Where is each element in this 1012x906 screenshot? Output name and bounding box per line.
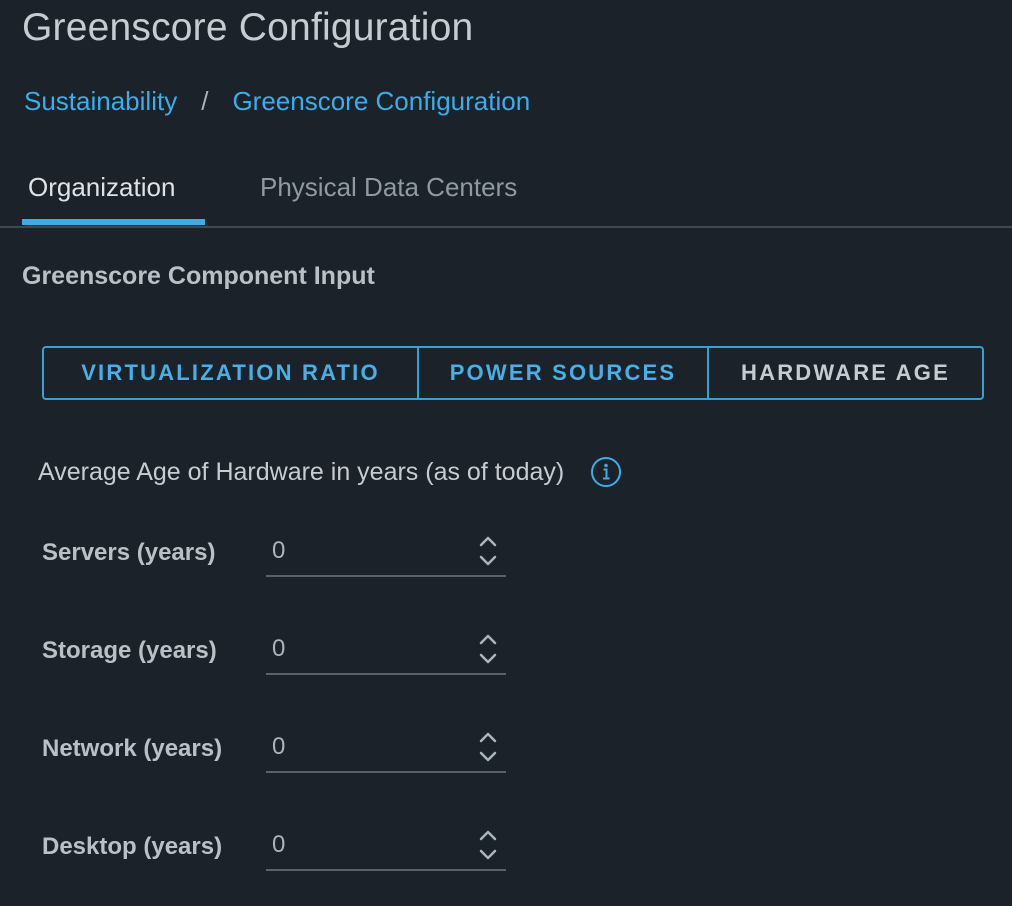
breadcrumb-link-greenscore-configuration[interactable]: Greenscore Configuration <box>232 86 530 117</box>
power-sources-button[interactable]: POWER SOURCES <box>417 348 707 398</box>
servers-input-wrapper <box>266 531 506 577</box>
virtualization-ratio-button[interactable]: VIRTUALIZATION RATIO <box>44 348 417 398</box>
breadcrumb-separator: / <box>201 86 209 116</box>
hardware-age-heading: Average Age of Hardware in years (as of … <box>38 457 565 486</box>
network-label: Network (years) <box>42 735 223 762</box>
network-input-wrapper <box>266 727 506 773</box>
desktop-field-row: Desktop (years) <box>42 825 512 875</box>
active-tab-indicator <box>22 219 205 225</box>
servers-label: Servers (years) <box>42 539 216 566</box>
storage-field-row: Storage (years) <box>42 629 512 679</box>
desktop-input-wrapper <box>266 825 506 871</box>
servers-field-row: Servers (years) <box>42 531 512 581</box>
tab-bar: Organization Physical Data Centers <box>0 160 1012 228</box>
hardware-age-button[interactable]: HARDWARE AGE <box>707 348 982 398</box>
storage-input[interactable] <box>266 629 478 669</box>
breadcrumb-link-sustainability[interactable]: Sustainability <box>24 86 177 117</box>
component-segmented-control: VIRTUALIZATION RATIO POWER SOURCES HARDW… <box>42 346 984 400</box>
page-title: Greenscore Configuration <box>22 6 474 49</box>
network-field-row: Network (years) <box>42 727 512 777</box>
servers-stepper-icon[interactable] <box>478 533 498 569</box>
info-circle-icon[interactable] <box>590 456 622 488</box>
section-title: Greenscore Component Input <box>22 262 375 290</box>
storage-input-wrapper <box>266 629 506 675</box>
network-stepper-icon[interactable] <box>478 729 498 765</box>
desktop-input[interactable] <box>266 825 478 865</box>
desktop-stepper-icon[interactable] <box>478 827 498 863</box>
servers-input[interactable] <box>266 531 478 571</box>
breadcrumb: Sustainability / Greenscore Configuratio… <box>24 86 530 117</box>
storage-stepper-icon[interactable] <box>478 631 498 667</box>
tab-organization[interactable]: Organization <box>28 172 175 203</box>
storage-label: Storage (years) <box>42 637 217 664</box>
tab-physical-data-centers[interactable]: Physical Data Centers <box>260 172 517 203</box>
hardware-age-heading-row: Average Age of Hardware in years (as of … <box>38 456 622 488</box>
network-input[interactable] <box>266 727 478 767</box>
desktop-label: Desktop (years) <box>42 833 223 860</box>
